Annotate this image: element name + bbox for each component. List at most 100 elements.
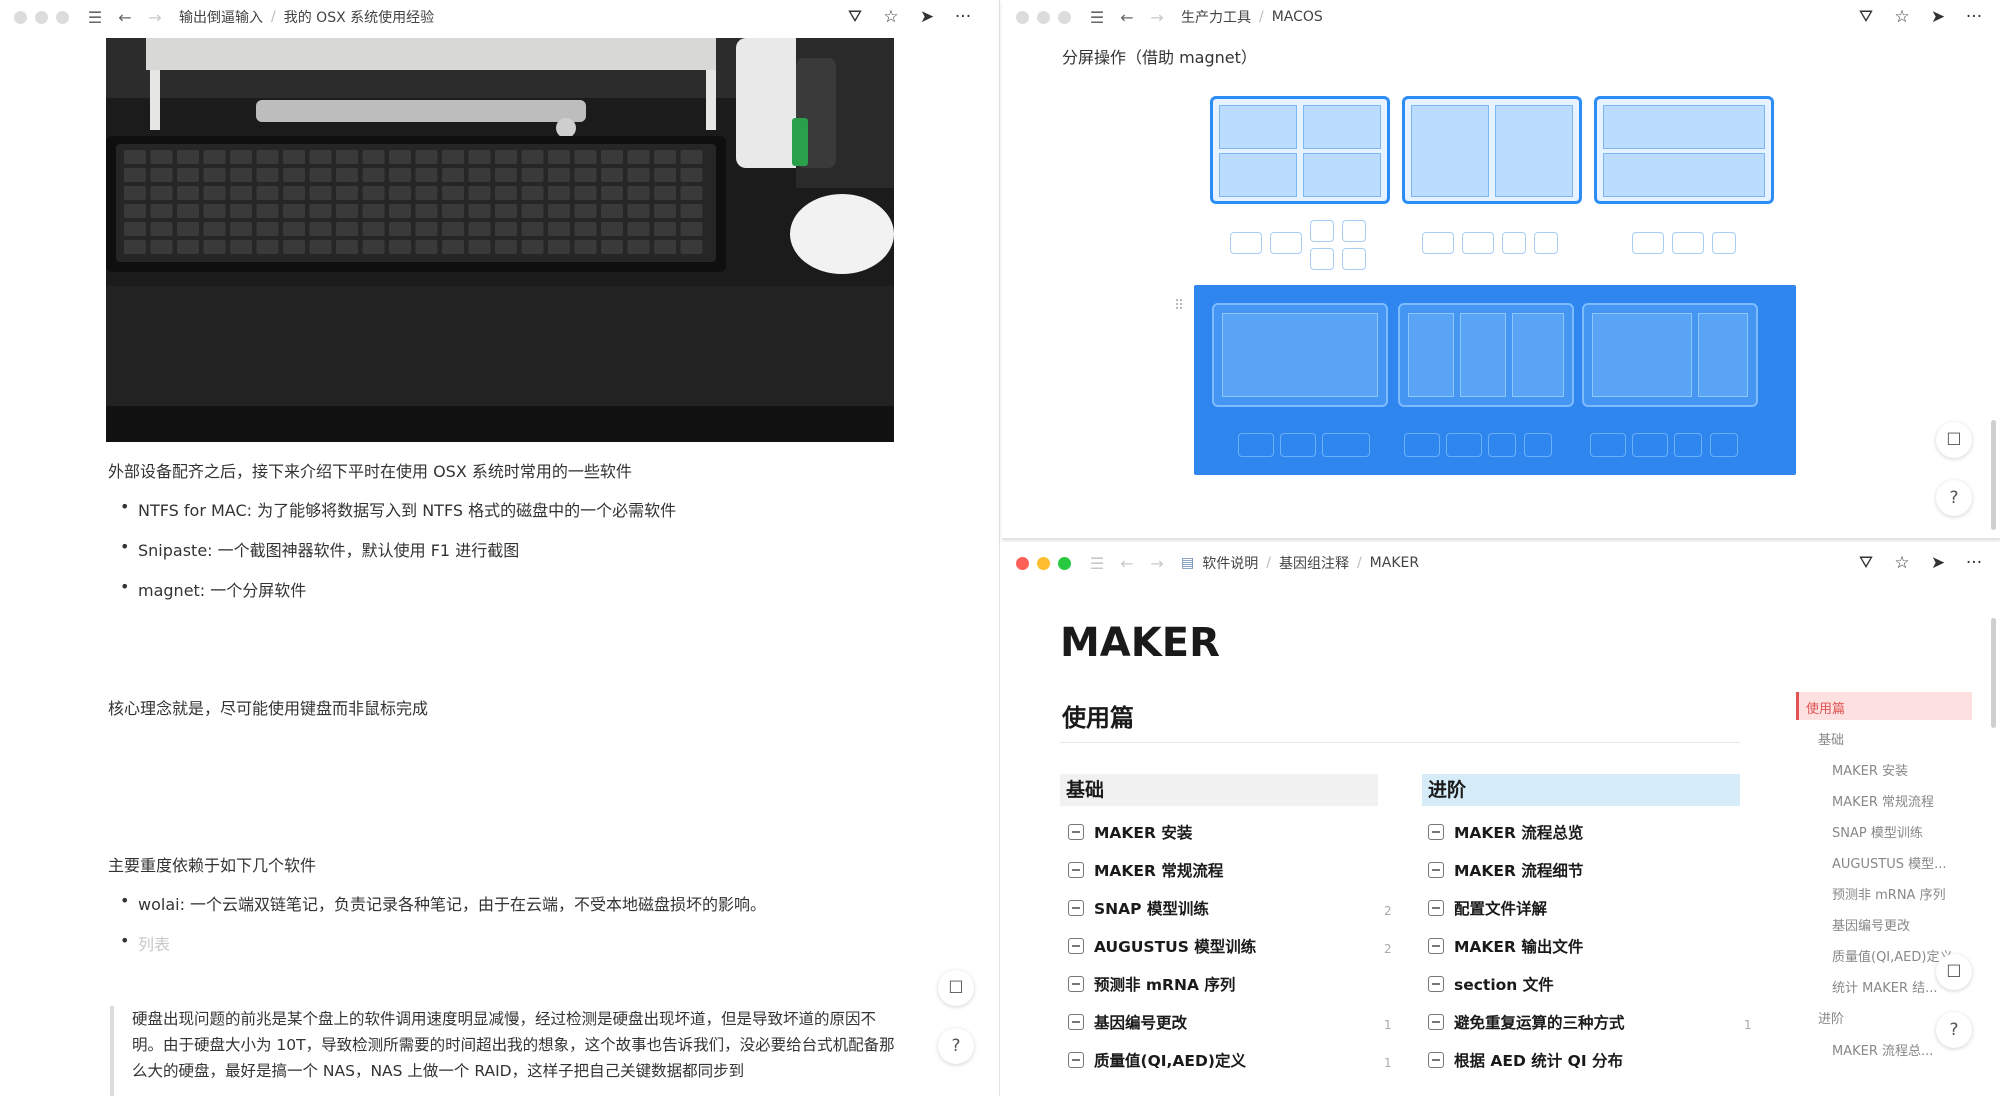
comment-button[interactable]: ☐: [1936, 954, 1972, 990]
help-button[interactable]: ?: [1936, 1012, 1972, 1048]
page-link[interactable]: AUGUSTUS 模型训练: [1068, 934, 1256, 958]
star-icon[interactable]: ☆: [1890, 5, 1914, 29]
magnet-layout-quarters: [1210, 96, 1390, 204]
shortcut-key: [1502, 232, 1526, 254]
back-icon[interactable]: ←: [113, 5, 137, 29]
page-icon: [1428, 938, 1444, 954]
toc-item[interactable]: 基因编号更改: [1832, 915, 1910, 934]
page-link[interactable]: section 文件: [1428, 972, 1554, 996]
page-link[interactable]: 质量值(QI,AED)定义: [1068, 1048, 1246, 1072]
menu-icon[interactable]: ☰: [83, 5, 107, 29]
breadcrumb-item[interactable]: 输出倒逼输入: [179, 7, 263, 27]
list-placeholder[interactable]: 列表: [120, 931, 170, 955]
breadcrumb-item[interactable]: 软件说明: [1202, 553, 1258, 573]
toc-item[interactable]: 质量值(QI,AED)定义: [1832, 946, 1952, 965]
zoom-button[interactable]: [1058, 10, 1071, 24]
more-icon[interactable]: ···: [951, 5, 975, 29]
share-icon[interactable]: ⛛: [1854, 551, 1878, 575]
page-link[interactable]: MAKER 流程总览: [1428, 820, 1583, 844]
forward-icon[interactable]: →: [1145, 5, 1169, 29]
page-link[interactable]: 基因编号更改: [1068, 1010, 1187, 1034]
forward-icon[interactable]: →: [143, 5, 167, 29]
share-icon[interactable]: ⛛: [1854, 5, 1878, 29]
more-icon[interactable]: ···: [1962, 5, 1986, 29]
toc-item[interactable]: 进阶: [1818, 1008, 1844, 1027]
scrollbar[interactable]: [1991, 420, 1996, 530]
breadcrumb-item[interactable]: 基因组注释: [1279, 553, 1349, 573]
scrollbar[interactable]: [1991, 618, 1996, 728]
page-icon: [1428, 976, 1444, 992]
breadcrumb: ▤ 软件说明 / 基因组注释 / MAKER: [1181, 553, 1420, 573]
bottom-right-document-window: ☰ ← → ▤ 软件说明 / 基因组注释 / MAKER ⛛ ☆ ➤ ··· M…: [1002, 542, 2000, 1096]
page-link[interactable]: 避免重复运算的三种方式: [1428, 1010, 1625, 1034]
page-icon: [1428, 824, 1444, 840]
page-link[interactable]: MAKER 安装: [1068, 820, 1192, 844]
toc-item[interactable]: 统计 MAKER 结...: [1832, 977, 1938, 996]
close-button[interactable]: [1016, 10, 1029, 24]
toc-item[interactable]: AUGUSTUS 模型...: [1832, 853, 1947, 872]
toc-item[interactable]: MAKER 安装: [1832, 760, 1908, 779]
page-link[interactable]: MAKER 常规流程: [1068, 858, 1223, 882]
zoom-button[interactable]: [1058, 556, 1071, 570]
star-icon[interactable]: ☆: [1890, 551, 1914, 575]
page-icon: [1428, 862, 1444, 878]
send-icon[interactable]: ➤: [1926, 551, 1950, 575]
comment-icon: ☐: [1946, 962, 1962, 982]
left-titlebar: ☰ ← → 输出倒逼输入 / 我的 OSX 系统使用经验 ⛛ ☆ ➤ ···: [0, 0, 999, 34]
send-icon[interactable]: ➤: [1926, 5, 1950, 29]
star-icon[interactable]: ☆: [879, 5, 903, 29]
close-button[interactable]: [1016, 556, 1029, 570]
toc-item[interactable]: MAKER 常规流程: [1832, 791, 1934, 810]
page-link[interactable]: MAKER 流程细节: [1428, 858, 1583, 882]
page-link[interactable]: SNAP 模型训练: [1068, 896, 1209, 920]
close-button[interactable]: [14, 10, 27, 24]
window-controls: [1016, 10, 1071, 24]
page-link[interactable]: 根据 AED 统计 QI 分布: [1428, 1048, 1623, 1072]
back-icon[interactable]: ←: [1115, 5, 1139, 29]
page-link[interactable]: 配置文件详解: [1428, 896, 1547, 920]
top-right-document-window: ☰ ← → 生产力工具 / MACOS ⛛ ☆ ➤ ··· 分屏操作（借助 ma…: [1002, 0, 2000, 540]
list-item: Snipaste: 一个截图神器软件，默认使用 F1 进行截图: [120, 537, 519, 561]
page-icon: [1068, 1052, 1084, 1068]
toc-item[interactable]: SNAP 模型训练: [1832, 822, 1923, 841]
drag-handle-icon[interactable]: ⠿: [1174, 298, 1185, 314]
breadcrumb-item[interactable]: MACOS: [1272, 9, 1323, 25]
page-icon: [1428, 900, 1444, 916]
back-icon[interactable]: ←: [1115, 551, 1139, 575]
more-icon[interactable]: ···: [1962, 551, 1986, 575]
zoom-button[interactable]: [56, 10, 69, 24]
minimize-button[interactable]: [35, 10, 48, 24]
toc-item[interactable]: 预测非 mRNA 序列: [1832, 884, 1946, 903]
toc-item[interactable]: 基础: [1818, 729, 1844, 748]
help-button[interactable]: ?: [1936, 480, 1972, 516]
toc-item[interactable]: MAKER 流程总...: [1832, 1040, 1933, 1059]
magnet-caption: 分屏操作（借助 magnet）: [1062, 48, 1257, 67]
forward-icon[interactable]: →: [1145, 551, 1169, 575]
send-icon[interactable]: ➤: [915, 5, 939, 29]
comment-button[interactable]: ☐: [1936, 422, 1972, 458]
shortcut-key: [1310, 220, 1334, 242]
comment-button[interactable]: ☐: [938, 970, 974, 1006]
breadcrumb-item[interactable]: MAKER: [1370, 555, 1419, 571]
page-link[interactable]: MAKER 输出文件: [1428, 934, 1583, 958]
menu-icon[interactable]: ☰: [1085, 5, 1109, 29]
shortcut-key: [1672, 232, 1704, 254]
breadcrumb-item[interactable]: 生产力工具: [1181, 7, 1251, 27]
page-icon: [1068, 976, 1084, 992]
help-button[interactable]: ?: [938, 1028, 974, 1064]
shortcut-key: [1270, 232, 1302, 254]
depend-intro-paragraph: 主要重度依赖于如下几个软件: [108, 856, 317, 875]
folder-icon: ▤: [1181, 555, 1195, 571]
menu-icon[interactable]: ☰: [1085, 551, 1109, 575]
toc-item[interactable]: 使用篇: [1806, 698, 1845, 717]
backlink-count: 2: [1384, 942, 1392, 956]
minimize-button[interactable]: [1037, 10, 1050, 24]
breadcrumb-item[interactable]: 我的 OSX 系统使用经验: [284, 7, 434, 27]
help-icon: ?: [1949, 488, 1959, 508]
page-title: MAKER: [1060, 620, 1220, 666]
minimize-button[interactable]: [1037, 556, 1050, 570]
page-link[interactable]: 预测非 mRNA 序列: [1068, 972, 1235, 996]
shortcut-key: [1342, 220, 1366, 242]
share-icon[interactable]: ⛛: [843, 5, 867, 29]
section-divider: [1060, 742, 1740, 743]
